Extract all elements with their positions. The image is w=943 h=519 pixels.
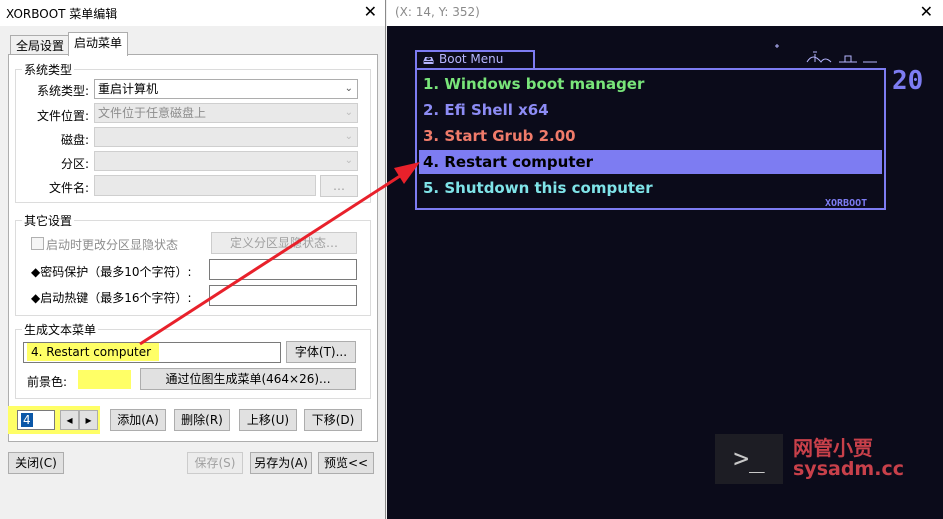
index-field[interactable]: 4 [17, 410, 55, 430]
move-up-button[interactable]: 上移(U) [239, 409, 297, 431]
chevron-down-icon: ⌄ [344, 107, 353, 118]
hotkey-label: ◆启动热键（最多16个字符）: [31, 291, 192, 305]
disk-select[interactable]: ⌄ [94, 127, 358, 147]
menu-text-value: 4. Restart computer [27, 343, 160, 361]
menu-title-tab: 🖴 Boot Menu [415, 50, 535, 68]
system-type-label: 系统类型: [36, 84, 89, 98]
group-title: 系统类型 [22, 61, 75, 78]
system-type-select[interactable]: 重启计算机 ⌄ [94, 79, 358, 99]
menu-title: Boot Menu [439, 52, 504, 66]
partition-label: 分区: [60, 157, 89, 171]
password-label: ◆密码保护（最多10个字符）: [31, 265, 192, 279]
brand-label: XORBOOT [825, 198, 868, 209]
filename-field[interactable] [94, 175, 316, 196]
file-location-label: 文件位置: [36, 109, 89, 123]
chevron-down-icon: ⌄ [344, 83, 353, 94]
spin-left-button[interactable]: ◂ [60, 410, 79, 430]
chevron-down-icon: ⌄ [344, 155, 353, 166]
menu-editor-dialog: XORBOOT 菜单编辑 ✕ 全局设置 启动菜单 系统类型 系统类型: 重启计算… [0, 0, 386, 519]
preview-titlebar: (X: 14, Y: 352) ✕ [387, 0, 943, 26]
index-value: 4 [21, 413, 33, 427]
group-title: 生成文本菜单 [22, 321, 99, 338]
boot-item-1[interactable]: 1. Windows boot manager [419, 72, 882, 96]
hotkey-field[interactable] [209, 285, 357, 306]
spin-right-button[interactable]: ▸ [79, 410, 98, 430]
define-partition-button[interactable]: 定义分区显隐状态… [211, 232, 357, 254]
cursor-coordinates: (X: 14, Y: 352) [395, 5, 480, 19]
move-down-button[interactable]: 下移(D) [304, 409, 362, 431]
landscape-decoration [775, 44, 877, 63]
countdown-timer: 20 [892, 66, 924, 96]
toggle-partition-checkbox[interactable] [31, 237, 44, 250]
save-as-button[interactable]: 另存为(A) [250, 452, 312, 474]
chevron-down-icon: ⌄ [344, 131, 353, 142]
partition-select[interactable]: ⌄ [94, 151, 358, 171]
preview-button[interactable]: 预览<< [318, 452, 374, 474]
bitmap-menu-button[interactable]: 通过位图生成菜单(464×26)... [140, 368, 356, 390]
tab-global-settings[interactable]: 全局设置 [10, 35, 71, 56]
group-title: 其它设置 [22, 212, 75, 229]
browse-button[interactable]: … [320, 175, 358, 197]
toggle-partition-label: 启动时更改分区显隐状态 [46, 238, 179, 252]
close-button[interactable]: 关闭(C) [8, 452, 64, 474]
dialog-titlebar: XORBOOT 菜单编辑 ✕ [0, 0, 385, 26]
menu-text-field[interactable]: 4. Restart computer [23, 342, 281, 363]
foreground-color-swatch[interactable] [78, 370, 131, 389]
watermark-title: 网管小贾 [793, 436, 873, 460]
add-button[interactable]: 添加(A) [110, 409, 166, 431]
password-field[interactable] [209, 259, 357, 280]
watermark-url: sysadm.cc [793, 458, 904, 480]
tab-boot-menu[interactable]: 启动菜单 [68, 32, 129, 56]
boot-preview-window: (X: 14, Y: 352) ✕ 🖴 Boot Menu 1. Windows… [387, 0, 943, 519]
file-location-value: 文件位于任意磁盘上 [98, 106, 207, 120]
close-icon[interactable]: ✕ [364, 2, 377, 21]
tab-panel: 系统类型 系统类型: 重启计算机 ⌄ 文件位置: 文件位于任意磁盘上 ⌄ 磁盘:… [8, 54, 378, 442]
boot-item-4-selected[interactable]: 4. Restart computer [419, 150, 882, 174]
disk-label: 磁盘: [60, 133, 89, 147]
font-button[interactable]: 字体(T)... [286, 341, 356, 363]
foreground-label: 前景色: [27, 375, 68, 389]
boot-item-5[interactable]: 5. Shutdown this computer [419, 176, 882, 200]
boot-item-3[interactable]: 3. Start Grub 2.00 [419, 124, 882, 148]
delete-button[interactable]: 删除(R) [174, 409, 230, 431]
dialog-title: XORBOOT 菜单编辑 [6, 7, 118, 21]
filename-label: 文件名: [48, 181, 89, 195]
disk-icon: 🖴 [423, 54, 435, 67]
file-location-select[interactable]: 文件位于任意磁盘上 ⌄ [94, 103, 358, 123]
system-type-value: 重启计算机 [98, 82, 159, 96]
save-button[interactable]: 保存(S) [187, 452, 243, 474]
boot-item-2[interactable]: 2. Efi Shell x64 [419, 98, 882, 122]
close-icon[interactable]: ✕ [920, 2, 933, 21]
terminal-icon: >_ [715, 434, 783, 484]
